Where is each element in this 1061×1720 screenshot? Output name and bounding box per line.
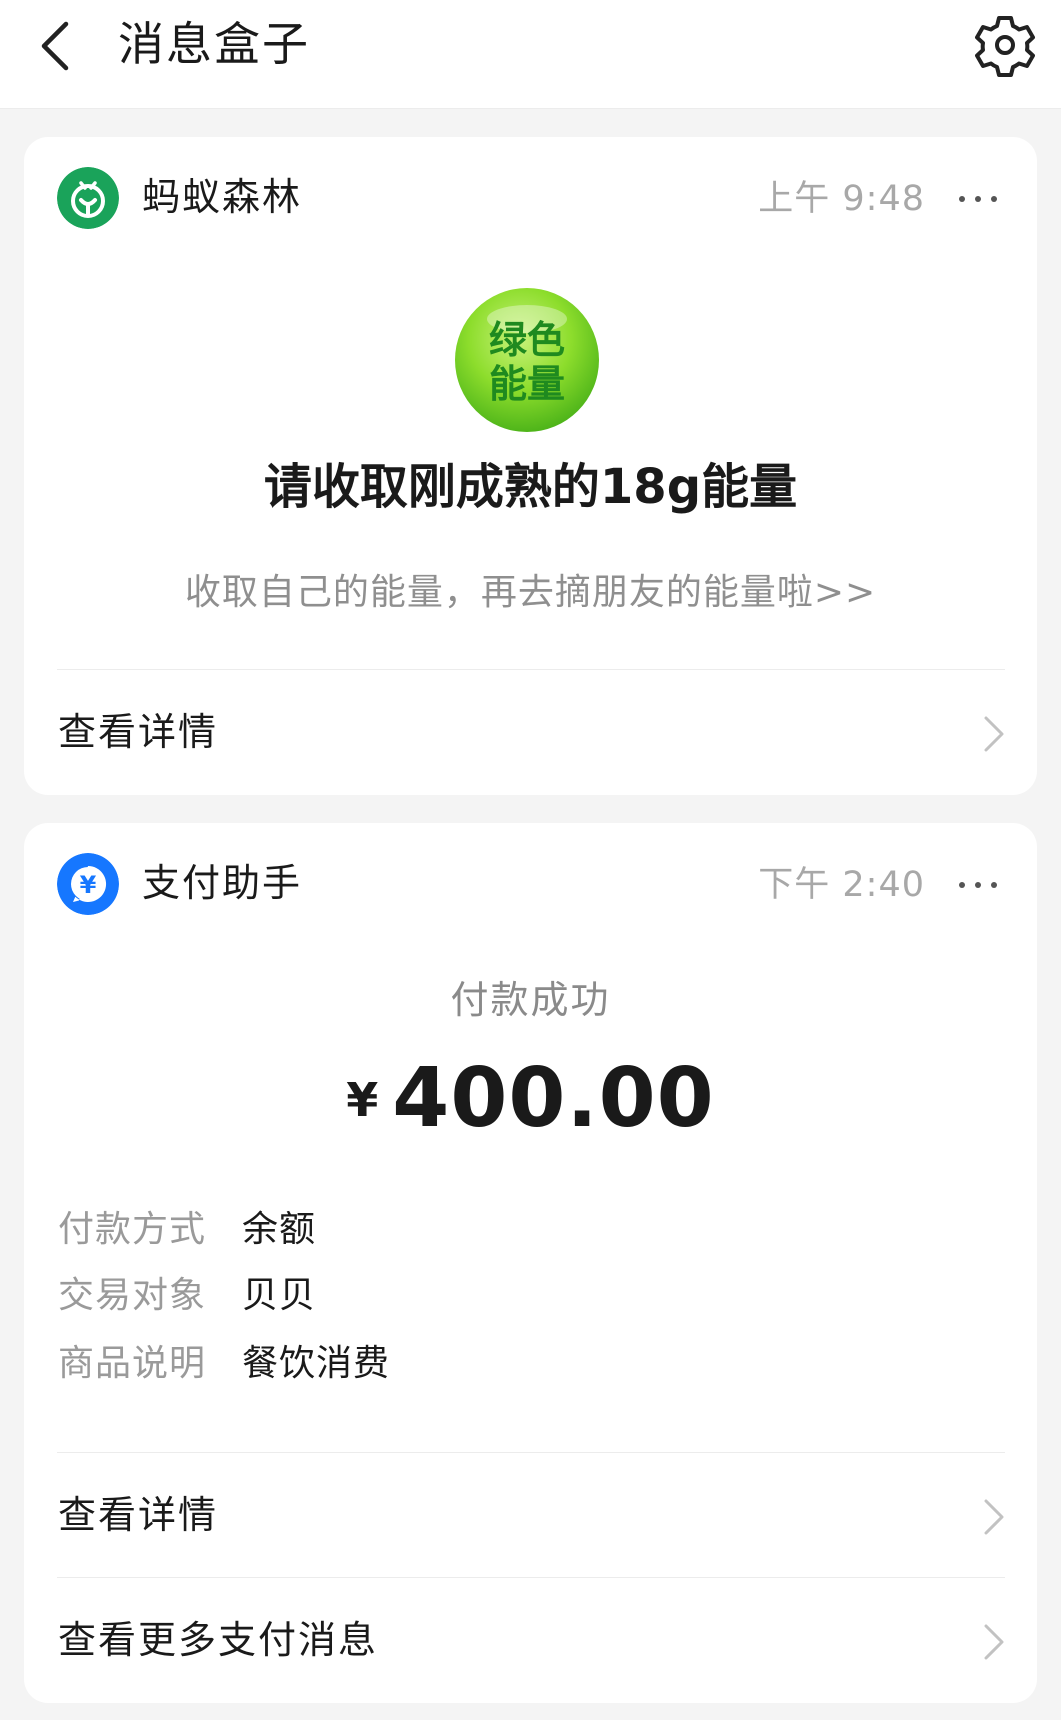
detail-row-counterparty: 交易对象 贝贝 bbox=[58, 1269, 958, 1323]
divider bbox=[57, 1577, 1005, 1578]
message-card-payment-assistant: ¥ 支付助手 下午 2:40 付款成功 ¥400.00 付款方式 余额 交易对象… bbox=[24, 823, 1037, 1703]
detail-row-item-description: 商品说明 餐饮消费 bbox=[58, 1337, 958, 1391]
more-dot-icon bbox=[975, 882, 981, 888]
view-details-label: 查看详情 bbox=[58, 1493, 219, 1537]
amount-value: 400.00 bbox=[392, 1051, 715, 1146]
more-dot-icon bbox=[959, 196, 965, 202]
detail-value: 余额 bbox=[242, 1209, 317, 1250]
message-subtitle[interactable]: 收取自己的能量，再去摘朋友的能量啦>> bbox=[24, 568, 1037, 618]
svg-text:绿色: 绿色 bbox=[489, 318, 565, 362]
more-dot-icon bbox=[975, 196, 981, 202]
message-card-ant-forest: 蚂蚁森林 上午 9:48 绿色 能量 请收取刚成熟的18g能量 收取自己的能量，… bbox=[24, 137, 1037, 795]
divider bbox=[57, 669, 1005, 670]
detail-value: 贝贝 bbox=[242, 1275, 317, 1316]
back-button[interactable] bbox=[28, 8, 92, 80]
payment-assistant-logo-icon: ¥ bbox=[57, 853, 119, 915]
more-options-button[interactable] bbox=[955, 179, 1001, 219]
detail-label: 交易对象 bbox=[58, 1275, 207, 1316]
message-time: 下午 2:40 bbox=[758, 865, 925, 905]
message-title: 请收取刚成熟的18g能量 bbox=[263, 459, 798, 515]
gear-icon bbox=[975, 16, 1035, 77]
detail-row-payment-method: 付款方式 余额 bbox=[58, 1203, 958, 1257]
card-header: 蚂蚁森林 上午 9:48 bbox=[24, 137, 1037, 257]
more-dot-icon bbox=[991, 882, 997, 888]
view-more-label: 查看更多支付消息 bbox=[58, 1618, 379, 1662]
currency-symbol: ¥ bbox=[346, 1073, 379, 1127]
card-header: ¥ 支付助手 下午 2:40 bbox=[24, 823, 1037, 943]
detail-value: 餐饮消费 bbox=[242, 1343, 391, 1384]
more-dot-icon bbox=[959, 882, 965, 888]
divider bbox=[57, 1452, 1005, 1453]
payment-status: 付款成功 bbox=[450, 978, 611, 1022]
detail-label: 付款方式 bbox=[58, 1209, 207, 1250]
view-details-row[interactable]: 查看详情 bbox=[24, 672, 1037, 792]
svg-text:¥: ¥ bbox=[80, 871, 97, 899]
ant-forest-logo-icon bbox=[57, 167, 119, 229]
chevron-right-icon bbox=[984, 1499, 1004, 1535]
green-energy-ball-icon: 绿色 能量 bbox=[455, 288, 599, 432]
payment-amount: ¥400.00 bbox=[24, 1051, 1037, 1146]
view-details-label: 查看详情 bbox=[58, 710, 219, 754]
sender-name: 支付助手 bbox=[142, 861, 303, 905]
detail-label: 商品说明 bbox=[58, 1343, 207, 1384]
settings-button[interactable] bbox=[970, 10, 1040, 80]
sender-name: 蚂蚁森林 bbox=[142, 175, 303, 219]
svg-text:能量: 能量 bbox=[489, 362, 565, 406]
chevron-right-icon bbox=[984, 716, 1004, 752]
page-title: 消息盒子 bbox=[118, 17, 310, 71]
top-bar: 消息盒子 bbox=[0, 0, 1061, 109]
more-dot-icon bbox=[991, 196, 997, 202]
view-more-payment-messages-row[interactable]: 查看更多支付消息 bbox=[24, 1580, 1037, 1700]
chevron-right-icon bbox=[984, 1624, 1004, 1660]
view-details-row[interactable]: 查看详情 bbox=[24, 1455, 1037, 1575]
more-options-button[interactable] bbox=[955, 865, 1001, 905]
chevron-left-icon bbox=[41, 21, 69, 71]
message-time: 上午 9:48 bbox=[758, 179, 925, 219]
